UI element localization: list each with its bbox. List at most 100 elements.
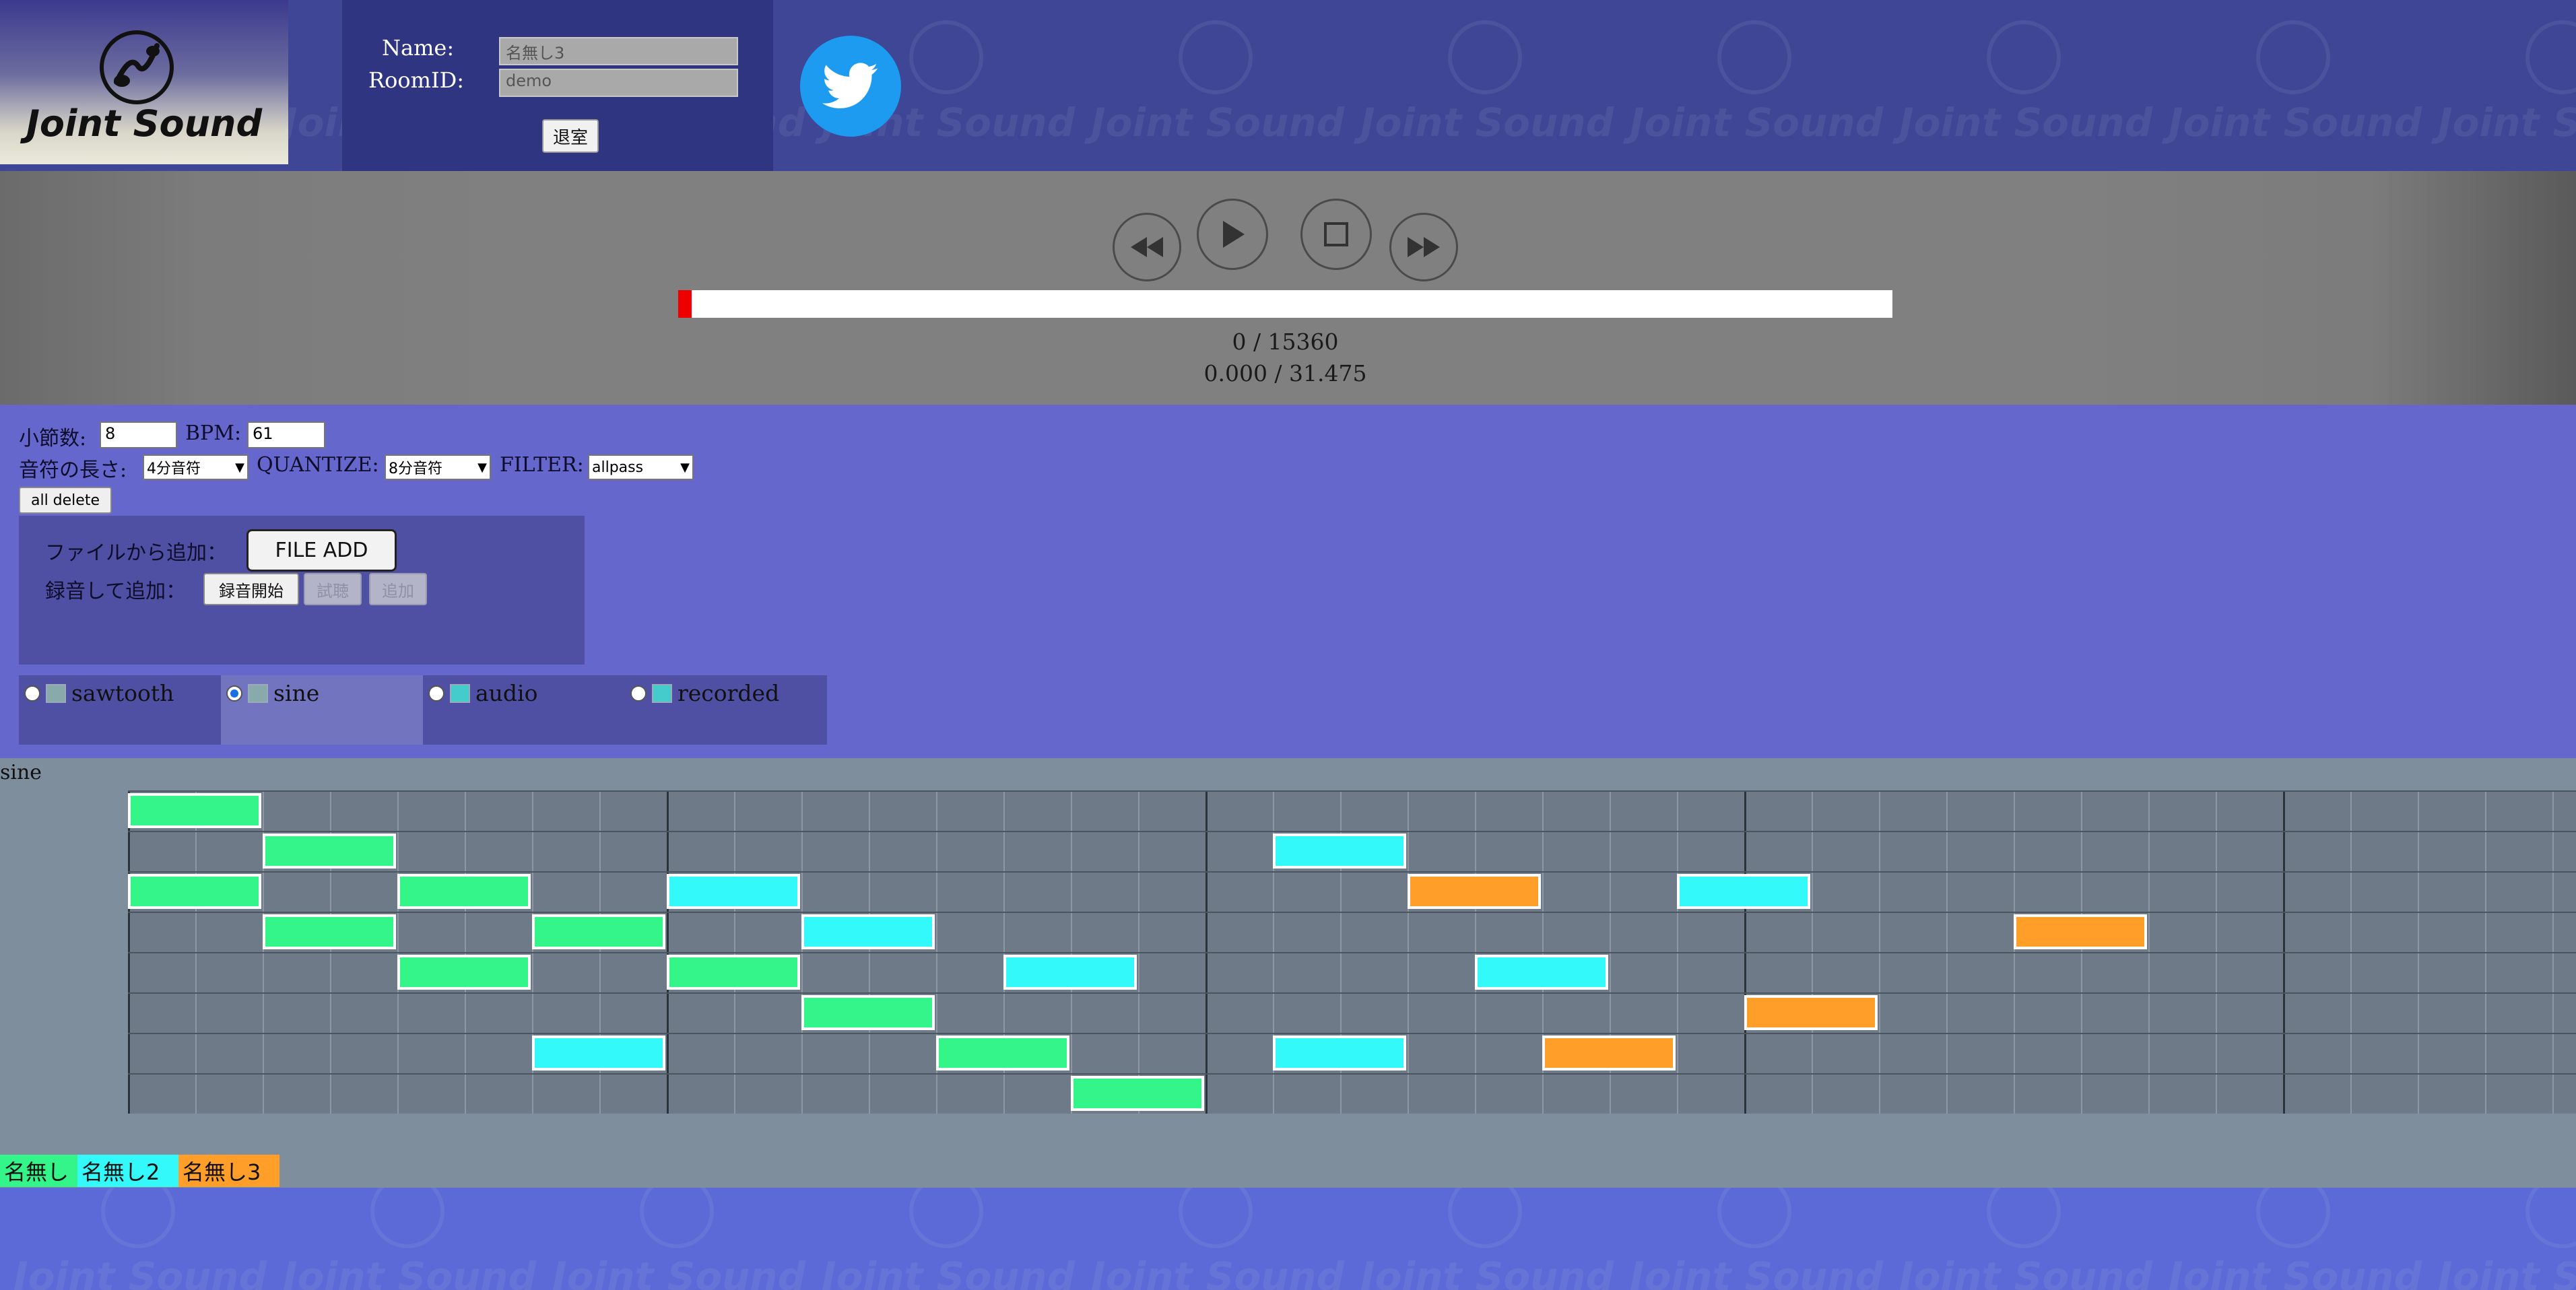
waveform-radio[interactable] (428, 685, 444, 702)
note-block[interactable] (1273, 834, 1406, 869)
note-block[interactable] (1542, 1036, 1676, 1071)
record-add-label: 録音して追加： (45, 580, 187, 603)
note-block[interactable] (128, 874, 261, 909)
seek-bar[interactable] (678, 290, 1892, 318)
rewind-icon (1131, 237, 1163, 257)
playhead-marker[interactable] (678, 290, 692, 318)
note-block[interactable] (936, 1036, 1069, 1071)
twitter-share-button[interactable] (800, 36, 901, 137)
watermark-tile: Joint Sound (283, 1188, 552, 1290)
pitch-row-line (128, 831, 2576, 832)
watermark-logo-icon (2256, 20, 2330, 94)
note-block[interactable] (1744, 995, 1878, 1030)
watermark-tile: Joint Sound (1899, 1188, 2169, 1290)
note-block[interactable] (397, 955, 531, 990)
watermark-logo-icon (2525, 20, 2576, 94)
waveform-radio[interactable] (630, 685, 647, 702)
sine-wave-icon (248, 683, 268, 703)
stop-button[interactable] (1300, 199, 1372, 270)
fast-forward-icon (1408, 237, 1440, 257)
watermark-text: Joint Sound (13, 1254, 267, 1290)
note-block[interactable] (263, 914, 396, 949)
watermark-logo-icon (909, 20, 983, 94)
record-add-button[interactable]: 追加 (369, 573, 427, 605)
legend-user: 名無し2 (77, 1155, 178, 1187)
note-block[interactable] (263, 834, 396, 869)
app-logo[interactable]: Joint Sound (0, 0, 288, 164)
waveform-option-audio[interactable]: audio (428, 680, 537, 706)
note-length-select[interactable]: 4分音符 ▼ (143, 454, 249, 480)
watermark-text: Joint Sound (1630, 100, 1884, 145)
note-block[interactable] (1273, 1036, 1406, 1071)
chevron-down-icon: ▼ (680, 460, 690, 475)
watermark-text: Joint Sound (2169, 100, 2422, 145)
watermark-tile: Joint Sound (822, 1188, 1091, 1290)
pitch-row-line (128, 790, 2576, 792)
watermark-tile: Joint Sound (1630, 20, 1899, 168)
watermark-tile: Joint Sound (2438, 20, 2576, 168)
note-block[interactable] (2014, 914, 2147, 949)
logo-music-note-icon (100, 30, 174, 104)
filter-label: FILTER: (500, 453, 584, 477)
note-block[interactable] (801, 914, 935, 949)
watermark-text: Joint Sound (2169, 1254, 2422, 1290)
play-button[interactable] (1197, 199, 1268, 270)
watermark-tile: Joint Sound (1091, 20, 1360, 168)
bpm-field[interactable]: 61 (247, 421, 325, 448)
waveform-option-sawtooth[interactable]: sawtooth (24, 680, 174, 706)
record-start-button[interactable]: 録音開始 (203, 573, 299, 605)
waveform-radio[interactable] (226, 685, 242, 702)
note-block[interactable] (1071, 1076, 1204, 1111)
bpm-label: BPM: (185, 421, 242, 445)
watermark-tile: Joint Sound (13, 1188, 283, 1290)
note-block[interactable] (532, 1036, 665, 1071)
waveform-option-sine[interactable]: sine (226, 680, 319, 706)
record-preview-button[interactable]: 試聴 (304, 573, 362, 605)
watermark-text: Joint Sound (1360, 100, 1614, 145)
file-add-button[interactable]: FILE ADD (246, 529, 397, 572)
watermark-logo-icon (2525, 1188, 2576, 1248)
note-block[interactable] (1408, 874, 1541, 909)
note-block[interactable] (1475, 955, 1608, 990)
all-delete-button[interactable]: all delete (19, 487, 112, 514)
time-position-readout: 0.000 / 31.475 (1203, 360, 1367, 386)
file-add-label: ファイルから追加： (45, 541, 227, 565)
name-label: Name: (382, 35, 455, 61)
watermark-tile: Joint Sound (2169, 20, 2438, 168)
name-field[interactable]: 名無し3 (499, 37, 738, 65)
note-block[interactable] (801, 995, 935, 1030)
note-block[interactable] (128, 793, 261, 828)
pitch-row-line (128, 952, 2576, 953)
twitter-bird-icon (822, 63, 878, 108)
note-block[interactable] (1677, 874, 1810, 909)
watermark-logo-icon (1448, 1188, 1522, 1248)
note-block[interactable] (667, 955, 800, 990)
watermark-text: Joint Sound (1899, 1254, 2153, 1290)
note-block[interactable] (397, 874, 531, 909)
note-block[interactable] (667, 874, 800, 909)
microphone-icon (652, 683, 672, 703)
waveform-radio[interactable] (24, 685, 40, 702)
quantize-select[interactable]: 8分音符 ▼ (385, 454, 491, 480)
watermark-tile: Joint Sound (1360, 1188, 1630, 1290)
fast-forward-button[interactable] (1389, 213, 1458, 281)
note-block[interactable] (1003, 955, 1137, 990)
piano-roll-grid[interactable] (128, 790, 2576, 1114)
waveform-label: sawtooth (71, 680, 174, 706)
watermark-logo-icon (909, 1188, 983, 1248)
audio-file-icon (450, 683, 470, 703)
track-label: sine (0, 761, 42, 784)
filter-select[interactable]: allpass ▼ (588, 454, 694, 480)
watermark-text: Joint Sound (1630, 1254, 1884, 1290)
note-block[interactable] (532, 914, 665, 949)
watermark-logo-icon (370, 1188, 444, 1248)
measures-field[interactable]: 8 (100, 421, 177, 448)
waveform-option-recorded[interactable]: recorded (630, 680, 779, 706)
leave-room-button[interactable]: 退室 (542, 119, 599, 153)
watermark-tile: Joint Sound (2438, 1188, 2576, 1290)
watermark-text: Joint Sound (2438, 1254, 2576, 1290)
logo-text: Joint Sound (26, 102, 263, 145)
waveform-label: recorded (678, 680, 780, 706)
room-id-field[interactable]: demo (499, 69, 738, 97)
rewind-button[interactable] (1113, 213, 1181, 281)
